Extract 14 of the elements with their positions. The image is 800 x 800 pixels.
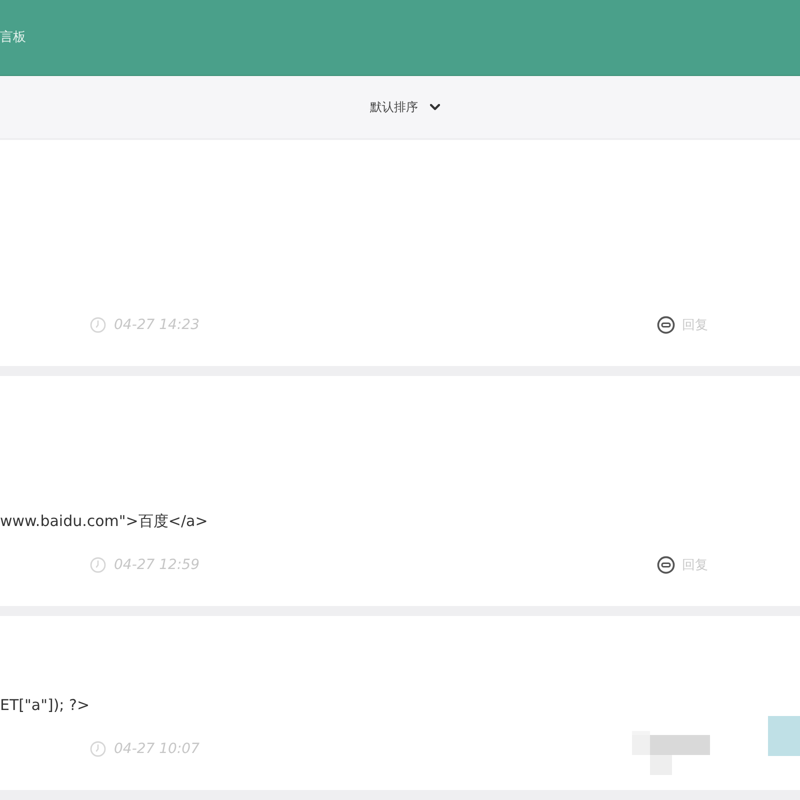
clock-icon — [90, 741, 106, 757]
sort-dropdown[interactable]: 默认排序 — [368, 94, 442, 120]
circle-minus-icon — [657, 316, 675, 334]
floating-side-tab[interactable] — [768, 716, 800, 756]
page-title: 言板 — [0, 28, 26, 46]
clock-icon — [90, 557, 106, 573]
post-time: 04-27 10:07 — [114, 741, 200, 757]
message-text: ET["a"]); ?> — [0, 695, 91, 716]
message-text: www.baidu.com">百度</a> — [0, 511, 209, 532]
chevron-down-icon — [430, 104, 440, 110]
clock-icon — [90, 317, 106, 333]
circle-minus-icon — [657, 556, 675, 574]
post-time: 04-27 14:23 — [114, 317, 200, 333]
post-time: 04-27 12:59 — [114, 557, 200, 573]
